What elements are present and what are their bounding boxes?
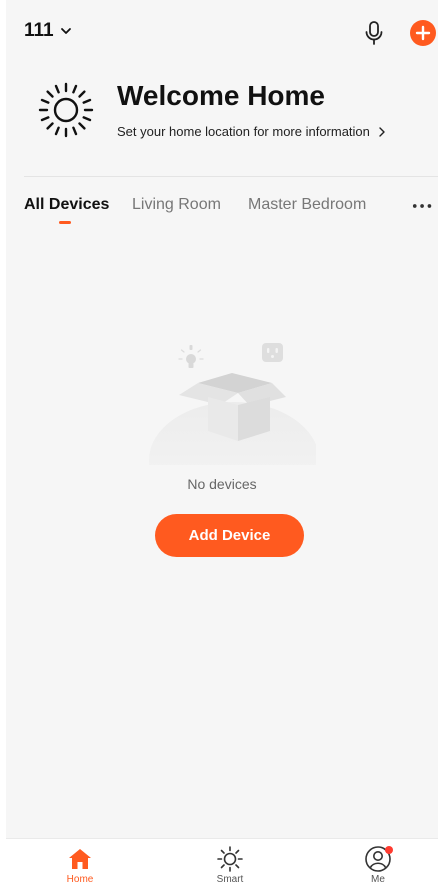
top-bar: 111: [6, 0, 438, 64]
welcome-section: Welcome Home Set your home location for …: [6, 72, 438, 176]
welcome-subtitle: Set your home location for more informat…: [117, 124, 370, 139]
chevron-down-icon: [60, 28, 71, 34]
tab-master-bedroom[interactable]: Master Bedroom: [248, 196, 366, 214]
add-device-button[interactable]: Add Device: [155, 514, 304, 557]
chevron-right-icon: [379, 126, 385, 137]
section-divider: [24, 176, 438, 177]
tab-all-devices[interactable]: All Devices: [24, 196, 109, 214]
bottom-nav: Home Smart Me: [6, 838, 438, 888]
sun-icon: [38, 82, 94, 138]
active-tab-indicator: [59, 221, 71, 224]
notification-badge: [385, 846, 393, 854]
socket-icon: [262, 343, 283, 362]
nav-me[interactable]: Me: [348, 845, 408, 885]
sun-icon: [217, 846, 243, 872]
set-location-link[interactable]: Set your home location for more informat…: [117, 124, 386, 139]
more-tabs-button[interactable]: [394, 194, 434, 218]
nav-me-label: Me: [371, 874, 385, 885]
tab-living-room[interactable]: Living Room: [132, 196, 221, 214]
empty-state-message: No devices: [187, 476, 257, 492]
room-tabs: All Devices Living Room Master Bedroom S: [6, 190, 438, 230]
nav-home-label: Home: [66, 874, 94, 885]
app-screen: 111 Welcome Home Set your home location …: [6, 0, 438, 888]
microphone-icon[interactable]: [362, 20, 386, 46]
home-name: 111: [24, 20, 54, 41]
more-horizontal-icon: [412, 204, 432, 208]
plus-circle-icon: [415, 25, 431, 41]
nav-smart[interactable]: Smart: [200, 845, 260, 885]
home-selector[interactable]: 111: [24, 20, 72, 42]
empty-box-illustration: [149, 343, 316, 465]
nav-smart-label: Smart: [216, 874, 244, 885]
add-button[interactable]: [410, 20, 436, 46]
bulb-icon: [186, 345, 196, 368]
home-icon: [69, 849, 91, 869]
welcome-title: Welcome Home: [117, 80, 325, 111]
nav-home[interactable]: Home: [50, 845, 110, 885]
